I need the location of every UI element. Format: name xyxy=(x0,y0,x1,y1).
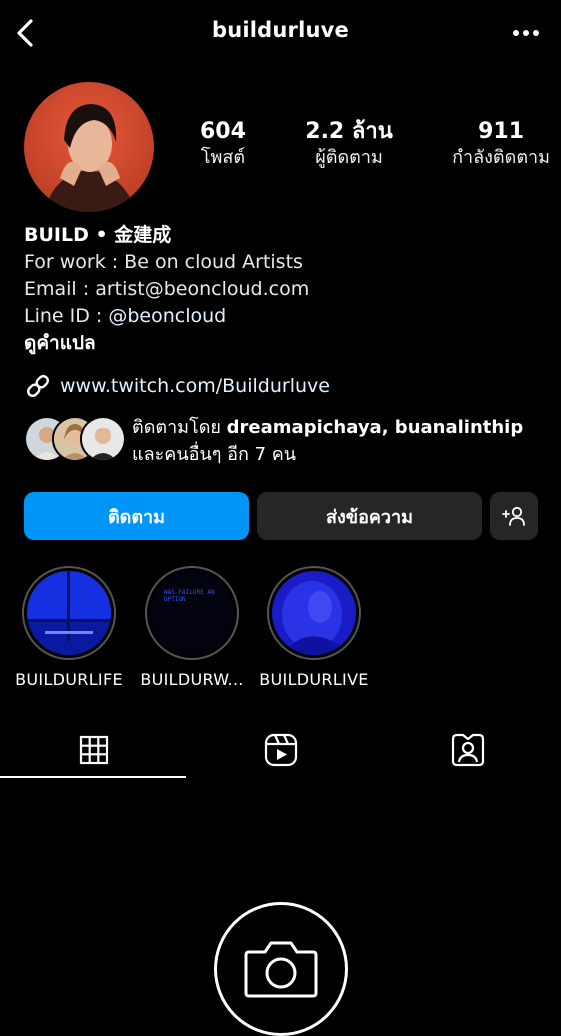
highlight-ring: WAS FAILURE AN OPTION xyxy=(145,566,239,660)
see-translation-link[interactable]: ดูคำแปล xyxy=(24,330,544,357)
highlight-cover-text: WAS FAILURE AN OPTION xyxy=(164,589,215,603)
following-count: 911 xyxy=(478,119,525,144)
tab-tagged[interactable] xyxy=(374,722,561,778)
tagged-icon xyxy=(451,733,484,767)
highlight-cover xyxy=(272,571,356,655)
followed-by-prefix: ติดตามโดย xyxy=(132,417,227,438)
followers-count: 2.2 ล้าน xyxy=(305,119,393,144)
highlight-item[interactable]: BUILDURLIVE xyxy=(250,566,378,689)
bio-line: For work : Be on cloud Artists xyxy=(24,251,303,273)
reels-icon xyxy=(264,733,297,767)
no-posts-camera xyxy=(214,902,348,1036)
highlight-label: BUILDURLIVE xyxy=(259,670,369,689)
tab-posts-grid[interactable] xyxy=(0,722,187,778)
highlight-cover: WAS FAILURE AN OPTION xyxy=(150,571,234,655)
tab-reels[interactable] xyxy=(187,722,374,778)
active-tab-indicator xyxy=(0,776,186,778)
link-text[interactable]: www.twitch.com/Buildurluve xyxy=(60,375,330,397)
followed-by-text: ติดตามโดย dreamapichaya, buanalinthip แล… xyxy=(132,414,523,468)
line-id-mention[interactable]: @beoncloud xyxy=(108,305,226,327)
highlight-item[interactable]: BUILDURLIFE xyxy=(5,566,133,689)
avatar xyxy=(80,416,126,462)
top-bar: buildurluve xyxy=(0,0,561,66)
camera-icon xyxy=(244,941,318,998)
profile-bio: BUILD • 金建成 For work : Be on cloud Artis… xyxy=(24,222,544,357)
posts-stat[interactable]: 604 โพสต์ xyxy=(200,118,246,170)
message-button[interactable]: ส่งข้อความ xyxy=(257,492,482,540)
profile-username: buildurluve xyxy=(212,18,349,42)
posts-count: 604 xyxy=(200,119,246,144)
highlight-ring xyxy=(22,566,116,660)
posts-label: โพสต์ xyxy=(200,147,246,168)
mutual-avatars xyxy=(24,414,126,462)
profile-tabs xyxy=(0,722,561,780)
followers-label: ผู้ติดตาม xyxy=(315,147,383,168)
more-dots-icon xyxy=(513,30,539,36)
followers-stat[interactable]: 2.2 ล้าน ผู้ติดตาม xyxy=(305,118,393,170)
highlight-label: BUILDURW... xyxy=(140,670,244,689)
bio-line-id: Line ID : @beoncloud xyxy=(24,303,544,330)
followed-by-names: dreamapichaya, buanalinthip xyxy=(226,417,524,438)
display-name: BUILD • 金建成 xyxy=(24,224,172,246)
link-icon xyxy=(26,374,50,398)
profile-link[interactable]: www.twitch.com/Buildurluve xyxy=(24,372,330,400)
highlight-label: BUILDURLIFE xyxy=(15,670,123,689)
followed-by[interactable]: ติดตามโดย dreamapichaya, buanalinthip แล… xyxy=(24,414,523,468)
highlight-cover xyxy=(27,571,111,655)
suggest-people-button[interactable] xyxy=(490,492,538,540)
line-id-label: Line ID : xyxy=(24,305,109,327)
bio-line: Email : artist@beoncloud.com xyxy=(24,278,310,300)
highlight-item[interactable]: WAS FAILURE AN OPTION BUILDURW... xyxy=(128,566,256,689)
follow-button[interactable]: ติดตาม xyxy=(24,492,249,540)
following-label: กำลังติดตาม xyxy=(452,147,550,168)
grid-icon xyxy=(79,735,108,765)
avatar-photo xyxy=(24,82,154,212)
more-options-button[interactable] xyxy=(509,20,543,46)
highlight-ring xyxy=(267,566,361,660)
profile-avatar[interactable] xyxy=(24,82,154,212)
profile-stats: 604 โพสต์ 2.2 ล้าน ผู้ติดตาม 911 กำลังติ… xyxy=(200,118,550,170)
following-stat[interactable]: 911 กำลังติดตาม xyxy=(452,118,550,170)
followed-by-suffix: และคนอื่นๆ อีก 7 คน xyxy=(132,444,297,465)
add-person-icon xyxy=(502,506,525,526)
